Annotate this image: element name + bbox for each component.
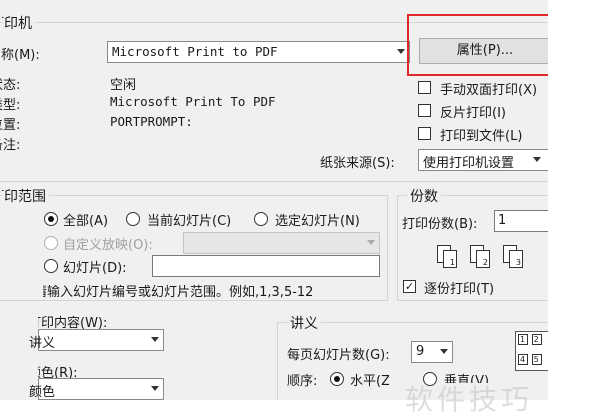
preview-cell: 5 <box>531 354 542 365</box>
chevron-down-icon <box>440 349 448 354</box>
print-dialog: 打印机 名称(M): Microsoft Print to PDF 属性(P).… <box>0 0 548 400</box>
printer-name-label: 名称(M): <box>0 48 40 63</box>
per-page-select[interactable]: 9 <box>411 341 453 363</box>
reverse-checkbox[interactable] <box>418 104 431 117</box>
range-current-label[interactable]: 当前幻灯片(C) <box>147 210 231 229</box>
range-all-label[interactable]: 全部(A) <box>63 210 108 229</box>
paper-source-label: 纸张来源(S): <box>320 156 395 171</box>
preview-cell: 2 <box>531 334 542 345</box>
chevron-down-icon <box>151 337 159 342</box>
properties-highlight-box <box>407 14 548 76</box>
type-value: Microsoft Print To PDF <box>110 94 276 109</box>
paper-source-value: 使用打印机设置 <box>423 156 515 171</box>
print-what-select[interactable]: 讲义 <box>29 329 164 351</box>
page-background <box>548 0 600 400</box>
chevron-down-icon <box>397 49 405 54</box>
type-label: 类型: <box>0 98 21 113</box>
duplex-label[interactable]: 手动双面打印(X) <box>440 79 537 98</box>
page-icon: 3 <box>509 250 523 268</box>
printer-group-title: 打印机 <box>2 13 35 33</box>
per-page-value: 9 <box>416 344 425 359</box>
page-icon: 2 <box>476 250 490 268</box>
per-page-label: 每页幻灯片数(G): <box>287 348 390 363</box>
print-to-file-label[interactable]: 打印到文件(L) <box>440 125 522 144</box>
range-current-radio[interactable] <box>126 212 140 226</box>
range-slides-label[interactable]: 幻灯片(D): <box>63 257 127 276</box>
handout-preview: 1 2 4 5 <box>515 331 548 371</box>
print-what-value: 讲义 <box>29 336 56 351</box>
range-custom-label: 自定义放映(O): <box>63 238 153 253</box>
print-range-title: 打印范围 <box>2 186 49 206</box>
color-value: 颜色 <box>29 385 56 400</box>
copies-count-label: 打印份数(B): <box>402 217 478 232</box>
watermark: 软件技巧 <box>405 383 534 416</box>
range-all-radio[interactable] <box>44 212 58 226</box>
preview-cell: 4 <box>518 354 529 365</box>
range-selection-radio[interactable] <box>254 212 268 226</box>
location-label: 位置: <box>0 118 21 133</box>
range-selection-label[interactable]: 选定幻灯片(N) <box>275 210 360 229</box>
paper-source-select[interactable]: 使用打印机设置 <box>418 149 548 171</box>
collate-checkbox[interactable]: ✓ <box>403 280 416 293</box>
comment-label: 备注: <box>0 138 21 153</box>
chevron-down-icon <box>367 240 375 245</box>
print-to-file-checkbox[interactable] <box>418 127 431 140</box>
copies-count-value: 1 <box>498 213 507 228</box>
reverse-label[interactable]: 反片打印(I) <box>440 102 506 121</box>
order-horizontal-label[interactable]: 水平(Z) <box>350 370 389 389</box>
duplex-checkbox[interactable] <box>418 81 431 94</box>
status-value: 空闲 <box>110 78 137 93</box>
preview-cell: 1 <box>518 334 529 345</box>
printer-name-value: Microsoft Print to PDF <box>112 44 278 59</box>
copies-title: 份数 <box>407 186 441 206</box>
range-hint: 请输入幻灯片编号或幻灯片范围。例如,1,3,5-12 <box>34 285 314 300</box>
printer-name-select[interactable]: Microsoft Print to PDF <box>107 41 410 63</box>
status-label: 状态: <box>0 78 21 93</box>
range-custom-radio[interactable] <box>44 236 58 250</box>
chevron-down-icon <box>151 386 159 391</box>
copies-count-input[interactable]: 1 <box>494 210 548 232</box>
chevron-down-icon <box>533 157 541 162</box>
page-icon: 1 <box>443 250 457 268</box>
custom-show-select <box>183 232 380 254</box>
location-value: PORTPROMPT: <box>110 114 193 129</box>
collate-label[interactable]: 逐份打印(T) <box>424 278 494 297</box>
slides-input[interactable] <box>152 255 380 277</box>
range-slides-radio[interactable] <box>44 259 58 273</box>
handouts-title: 讲义 <box>287 313 321 333</box>
color-select[interactable]: 颜色 <box>29 378 164 400</box>
order-label: 顺序: <box>287 374 318 389</box>
order-horizontal-radio[interactable] <box>330 372 344 386</box>
